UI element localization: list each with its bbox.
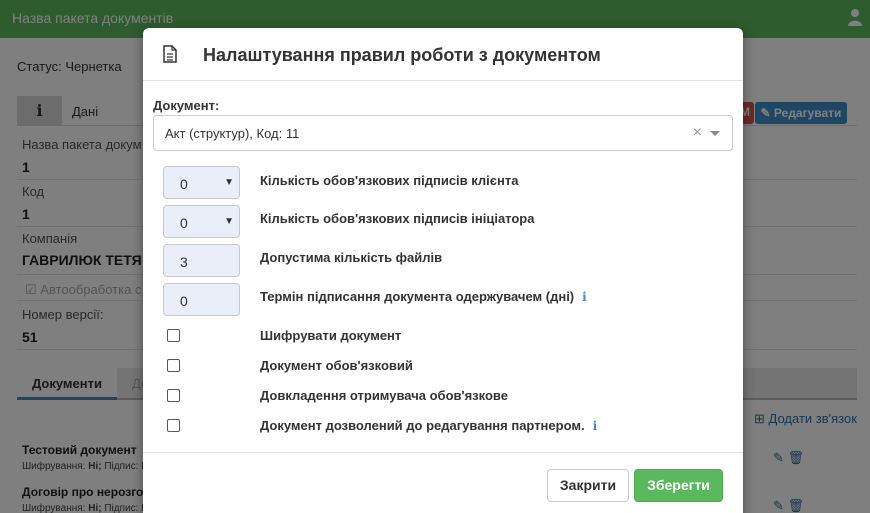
signing-days-row: Термін підписання документа одержувачем … <box>260 289 587 304</box>
caret-down-icon: ▼ <box>224 177 234 188</box>
client-signatures-label: Кількість обов'язкових підписів клієнта <box>260 173 519 188</box>
encrypt-checkbox[interactable] <box>167 329 180 342</box>
chevron-down-icon[interactable] <box>710 131 720 136</box>
partner-edit-checkbox[interactable] <box>167 419 180 432</box>
max-files-value: 3 <box>180 254 188 270</box>
signing-days-input[interactable]: 0 <box>163 283 240 316</box>
modal-footer-divider <box>143 452 743 453</box>
encrypt-label: Шифрувати документ <box>260 328 402 343</box>
document-select[interactable]: Акт (структур), Код: 11 × <box>153 115 733 151</box>
signing-days-value: 0 <box>180 293 188 309</box>
document-label: Документ: <box>153 98 220 113</box>
initiator-signatures-select[interactable]: 0 ▼ <box>163 205 240 238</box>
modal-title: Налаштування правил роботи з документом <box>203 45 601 65</box>
partner-edit-label: Документ дозволений до редагування партн… <box>260 418 585 433</box>
client-signatures-value: 0 <box>180 176 188 192</box>
recipient-attachment-label: Довкладення отримувача обов'язкове <box>260 388 508 403</box>
document-rules-modal: Налаштування правил роботи з документом … <box>143 28 743 513</box>
recipient-attachment-checkbox[interactable] <box>167 389 180 402</box>
partner-edit-row: Документ дозволений до редагування партн… <box>260 418 597 433</box>
max-files-input[interactable]: 3 <box>163 244 240 277</box>
initiator-signatures-value: 0 <box>180 215 188 231</box>
modal-header: Налаштування правил роботи з документом <box>143 28 743 81</box>
save-button[interactable]: Зберегти <box>634 469 723 502</box>
close-button[interactable]: Закрити <box>547 469 629 502</box>
document-icon <box>163 45 177 63</box>
clear-icon[interactable]: × <box>693 124 702 142</box>
initiator-signatures-label: Кількість обов'язкових підписів ініціато… <box>260 211 535 226</box>
signing-days-label: Термін підписання документа одержувачем … <box>260 289 575 304</box>
required-checkbox[interactable] <box>167 359 180 372</box>
required-label: Документ обов'язковий <box>260 358 413 373</box>
client-signatures-select[interactable]: 0 ▼ <box>163 166 240 199</box>
info-icon[interactable]: i <box>593 419 598 433</box>
info-icon[interactable]: i <box>582 290 587 304</box>
caret-down-icon: ▼ <box>224 216 234 227</box>
max-files-label: Допустима кількість файлів <box>260 250 443 265</box>
document-select-value: Акт (структур), Код: 11 <box>165 126 300 141</box>
